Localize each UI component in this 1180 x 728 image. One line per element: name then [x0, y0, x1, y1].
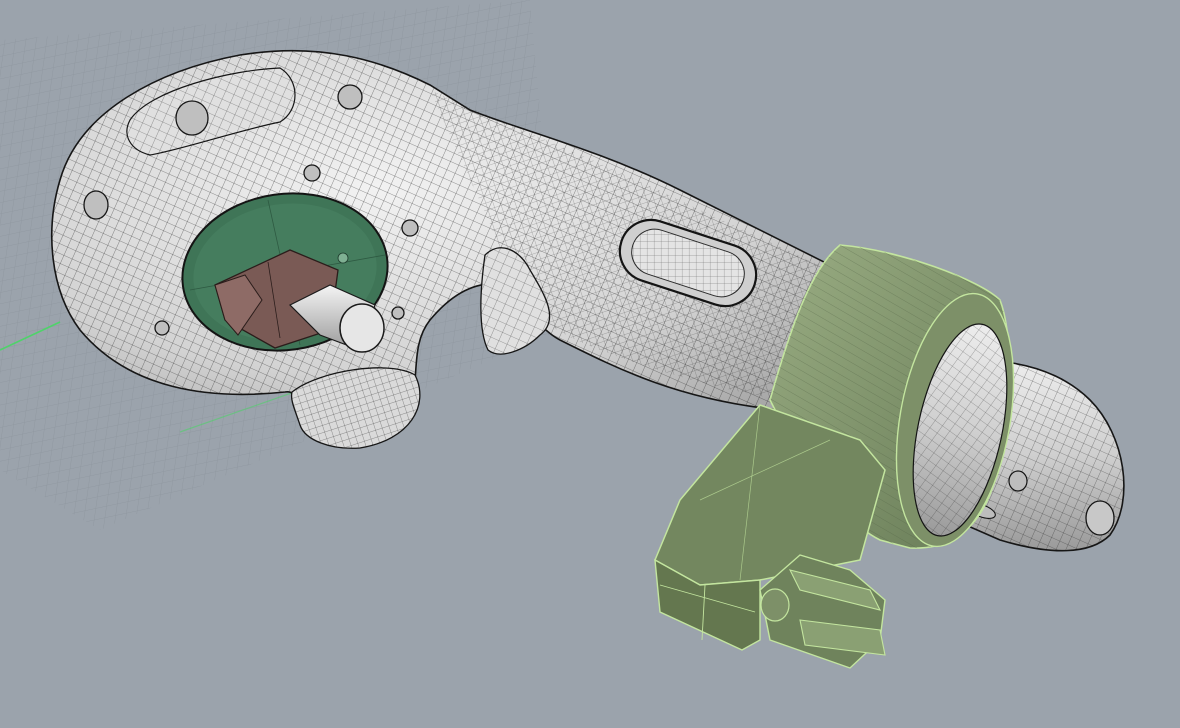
nozzle-hole — [1008, 470, 1028, 492]
nozzle-opening — [1085, 500, 1115, 536]
screw-hole — [83, 190, 109, 220]
viewport-canvas[interactable] — [0, 0, 1180, 728]
screw-hole — [303, 164, 321, 182]
screw-hole — [175, 100, 209, 136]
screw-hole — [154, 320, 170, 336]
3d-viewport[interactable] — [0, 0, 1180, 728]
screw-hole — [337, 84, 363, 110]
screw-hole — [401, 219, 419, 237]
screw-hole — [391, 306, 405, 320]
